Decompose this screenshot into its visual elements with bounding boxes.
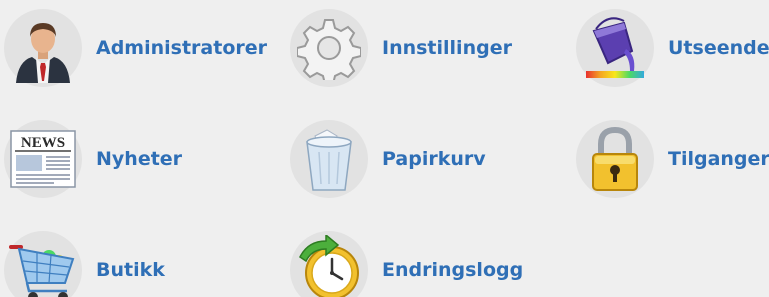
tile-papirkurv[interactable]: Papirkurv [290, 119, 486, 199]
tile-label[interactable]: Tilganger [668, 148, 769, 170]
tile-innstillinger[interactable]: Innstillinger [290, 8, 512, 88]
tile-endringslogg[interactable]: Endringslogg [290, 230, 523, 297]
tile-label[interactable]: Utseende [668, 37, 769, 59]
shopping-cart-icon[interactable] [4, 231, 82, 297]
tile-label[interactable]: Endringslogg [382, 259, 523, 281]
paint-bucket-icon[interactable] [576, 9, 654, 87]
news-masthead: NEWS [21, 135, 65, 151]
gear-icon[interactable] [290, 9, 368, 87]
tile-butikk[interactable]: Butikk [4, 230, 165, 297]
tile-tilganger[interactable]: Tilganger [576, 119, 769, 199]
newspaper-icon[interactable]: NEWS [4, 120, 82, 198]
tile-nyheter[interactable]: NEWS Nyheter [4, 119, 182, 199]
history-clock-icon[interactable] [290, 231, 368, 297]
tile-label[interactable]: Papirkurv [382, 148, 486, 170]
tile-label[interactable]: Butikk [96, 259, 165, 281]
padlock-icon[interactable] [576, 120, 654, 198]
tile-utseende[interactable]: Utseende [576, 8, 769, 88]
tile-label[interactable]: Administratorer [96, 37, 267, 59]
tile-label[interactable]: Innstillinger [382, 37, 512, 59]
admin-user-icon[interactable] [4, 9, 82, 87]
recycle-bin-icon[interactable] [290, 120, 368, 198]
tile-administratorer[interactable]: Administratorer [4, 8, 267, 88]
tile-label[interactable]: Nyheter [96, 148, 182, 170]
